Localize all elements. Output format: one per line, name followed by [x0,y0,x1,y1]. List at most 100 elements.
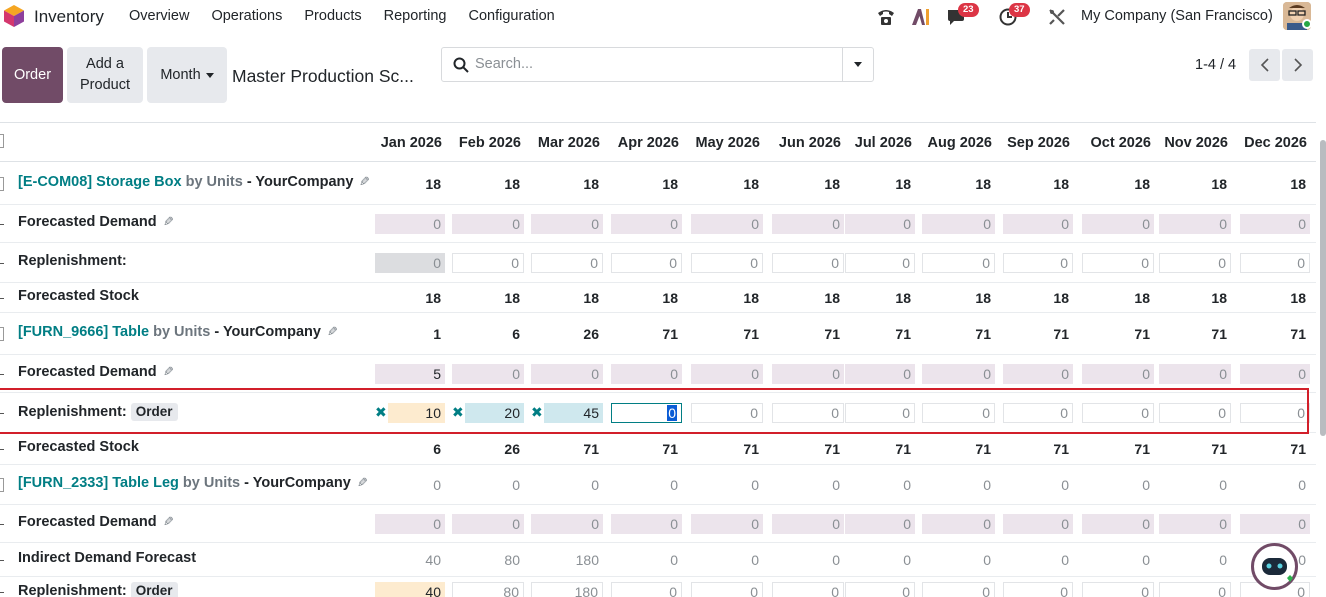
month-cell: 0 [591,477,599,493]
product-link[interactable]: [FURN_2333] Table Leg [18,475,179,491]
month-cell[interactable]: 0 [1082,514,1154,534]
pager-next-button[interactable] [1282,49,1313,81]
month-cell[interactable]: 0 [1003,514,1073,534]
month-cell[interactable]: 0 [611,582,682,597]
month-cell[interactable]: 0 [772,214,844,234]
add-product-button[interactable]: Add a Product [67,47,143,103]
month-cell[interactable]: 0 [691,214,763,234]
month-cell[interactable]: 0 [1159,582,1231,597]
pencil-icon[interactable]: ✎ [357,475,368,491]
month-cell[interactable]: 0 [922,514,995,534]
pager-previous-button[interactable] [1249,49,1280,81]
month-cell[interactable]: 0 [845,214,915,234]
product-link[interactable]: [FURN_9666] Table [18,324,149,340]
menu-overview[interactable]: Overview [129,8,189,24]
order-tag-button[interactable]: Order [130,582,178,597]
pencil-icon[interactable]: ✎ [359,174,370,190]
month-cell[interactable]: 0 [1003,364,1073,384]
month-cell[interactable]: 0 [375,214,445,234]
app-name[interactable]: Inventory [34,7,104,27]
order-button[interactable]: Order [2,47,63,103]
month-cell[interactable]: 0 [1003,253,1073,273]
row-checkbox[interactable] [0,327,4,341]
pencil-icon[interactable]: ✎ [163,364,174,380]
month-cell[interactable]: 0 [1240,364,1310,384]
month-cell[interactable]: 0 [691,514,763,534]
month-cell[interactable]: 0 [375,514,445,534]
month-cell[interactable]: 0 [922,582,995,597]
month-cell[interactable]: 0 [922,214,995,234]
menu-operations[interactable]: Operations [211,8,282,24]
pencil-icon[interactable]: ✎ [163,514,174,530]
month-cell[interactable]: 0 [452,364,524,384]
month-cell[interactable]: 0 [845,582,915,597]
month-cell[interactable]: 0 [1240,514,1310,534]
company-switcher[interactable]: My Company (San Francisco) [1081,8,1273,24]
chatbot-launcher[interactable] [1251,543,1298,590]
month-cell[interactable]: 0 [531,364,603,384]
month-cell[interactable]: 0 [772,582,844,597]
row-checkbox[interactable] [0,478,4,492]
month-cell[interactable]: 0 [1003,214,1073,234]
month-cell[interactable]: 0 [611,214,682,234]
pager-value[interactable]: 1-4 / 4 [1195,57,1236,73]
menu-configuration[interactable]: Configuration [468,8,554,24]
month-cell[interactable]: 0 [611,253,682,273]
month-cell: 71 [743,326,759,342]
month-cell[interactable]: 0 [691,253,763,273]
month-cell[interactable]: 0 [922,253,995,273]
month-cell[interactable]: 40 [375,582,445,597]
month-cell[interactable]: 0 [1003,582,1073,597]
tools-icon[interactable] [1046,6,1068,28]
month-cell[interactable]: 0 [375,253,445,273]
month-cell[interactable]: 0 [845,514,915,534]
month-cell[interactable]: 0 [691,364,763,384]
month-cell[interactable]: 5 [375,364,445,384]
month-cell[interactable]: 0 [452,514,524,534]
month-cell[interactable]: 0 [845,364,915,384]
month-cell[interactable]: 0 [772,364,844,384]
inventory-app-icon[interactable] [3,4,25,28]
row-tick [0,224,4,225]
pencil-icon[interactable]: ✎ [163,214,174,230]
month-dropdown-button[interactable]: Month [147,47,227,103]
month-cell[interactable]: 0 [611,514,682,534]
top-navbar: Inventory Overview Operations Products R… [0,0,1326,33]
month-cell[interactable]: 0 [531,514,603,534]
month-cell[interactable]: 0 [452,214,524,234]
month-cell[interactable]: 0 [1159,214,1231,234]
month-cell[interactable]: 0 [531,214,603,234]
month-cell[interactable]: 0 [772,253,844,273]
month-cell[interactable]: 0 [531,253,603,273]
menu-reporting[interactable]: Reporting [384,8,447,24]
phone-icon[interactable] [875,6,897,28]
vertical-scrollbar[interactable] [1320,140,1326,436]
search-input[interactable] [475,56,835,72]
month-cell[interactable]: 0 [1159,514,1231,534]
month-cell[interactable]: 0 [611,364,682,384]
month-cell[interactable]: 0 [922,364,995,384]
row-checkbox[interactable] [0,177,4,191]
month-cell[interactable]: 0 [1082,364,1154,384]
month-cell[interactable]: 0 [1082,253,1154,273]
month-cell[interactable]: 0 [1082,214,1154,234]
month-cell[interactable]: 0 [1082,582,1154,597]
search-options-toggle[interactable] [842,48,873,81]
month-cell[interactable]: 0 [1159,364,1231,384]
month-cell[interactable]: 80 [452,582,524,597]
pencil-icon[interactable]: ✎ [327,324,338,340]
chat-icon[interactable]: 23 [945,3,979,28]
month-cell[interactable]: 0 [772,514,844,534]
ai-icon[interactable] [910,6,932,28]
menu-products[interactable]: Products [304,8,361,24]
month-cell[interactable]: 0 [1159,253,1231,273]
month-cell[interactable]: 0 [452,253,524,273]
clock-icon[interactable]: 37 [997,3,1030,28]
product-link[interactable]: [E-COM08] Storage Box [18,174,182,190]
month-cell[interactable]: 0 [1240,214,1310,234]
month-cell[interactable]: 0 [845,253,915,273]
select-all-checkbox[interactable] [0,134,4,148]
month-cell[interactable]: 0 [1240,253,1310,273]
month-cell[interactable]: 180 [531,582,603,597]
month-cell[interactable]: 0 [691,582,763,597]
